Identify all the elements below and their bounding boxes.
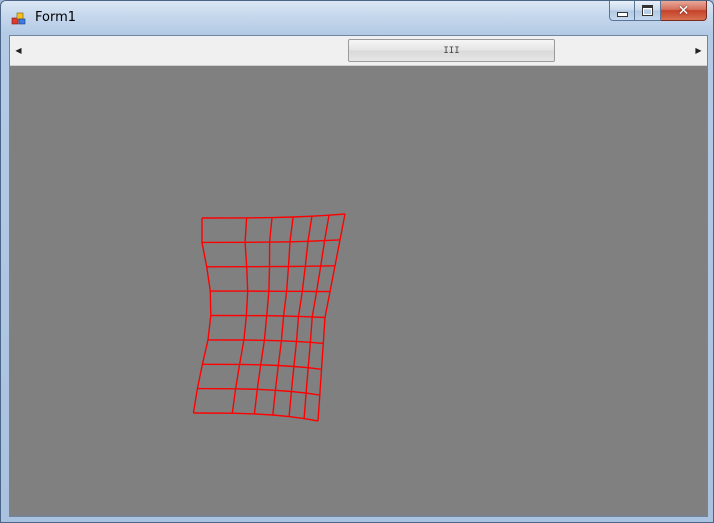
mesh-line [197, 387, 320, 396]
wireframe-mesh [192, 213, 346, 422]
render-canvas[interactable] [10, 66, 707, 516]
scroll-right-button[interactable]: ▶ [690, 36, 707, 65]
form1-window: Form1 ✕ ◀ III ▶ [0, 0, 714, 523]
mesh-line [201, 213, 346, 219]
horizontal-scrollbar[interactable]: ◀ III ▶ [10, 36, 707, 66]
scroll-thumb[interactable]: III [348, 39, 555, 62]
mesh-line [201, 239, 341, 244]
minimize-icon [616, 12, 628, 17]
close-icon: ✕ [677, 2, 690, 19]
close-button[interactable]: ✕ [661, 1, 707, 21]
title-bar[interactable]: Form1 ✕ [1, 1, 713, 35]
mesh-line [210, 290, 331, 293]
app-icon [11, 12, 26, 25]
mesh-line [193, 412, 319, 422]
mesh-line [202, 363, 322, 370]
chevron-left-icon: ◀ [15, 46, 22, 55]
mesh-line [207, 339, 324, 345]
caption-buttons: ✕ [609, 1, 707, 22]
mesh-line [206, 265, 336, 268]
scroll-thumb-grip: III [443, 45, 460, 56]
mesh-line [192, 218, 212, 414]
window-title: Form1 [35, 10, 77, 25]
maximize-icon [642, 5, 653, 16]
minimize-button[interactable] [609, 1, 635, 21]
mesh-line [210, 314, 326, 319]
chevron-right-icon: ▶ [695, 46, 702, 55]
client-area: ◀ III ▶ [9, 35, 708, 517]
scroll-left-button[interactable]: ◀ [10, 36, 27, 65]
maximize-button[interactable] [635, 1, 661, 21]
